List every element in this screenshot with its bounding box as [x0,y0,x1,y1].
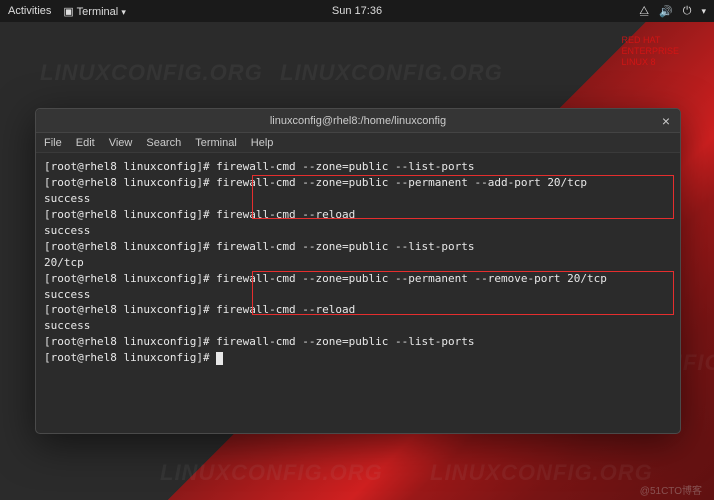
watermark: LINUXCONFIG.ORG [160,460,383,486]
gnome-topbar: Activities ▣ Terminal ▾ Sun 17:36 ⧋ 🔊 ⏻ … [0,0,714,22]
menu-search[interactable]: Search [146,137,181,149]
menu-file[interactable]: File [44,137,62,149]
terminal-line: [root@rhel8 linuxconfig]# firewall-cmd -… [44,159,672,175]
activities-button[interactable]: Activities [8,5,51,17]
watermark: LINUXCONFIG.ORG [280,60,503,86]
terminal-line: success [44,318,672,334]
titlebar[interactable]: linuxconfig@rhel8:/home/linuxconfig × [36,109,680,133]
terminal-line: [root@rhel8 linuxconfig]# firewall-cmd -… [44,334,672,350]
menu-view[interactable]: View [109,137,133,149]
chevron-down-icon: ▾ [121,7,126,17]
watermark: LINUXCONFIG.ORG [40,60,263,86]
cursor [216,352,223,365]
terminal-line: success [44,223,672,239]
terminal-body[interactable]: [root@rhel8 linuxconfig]# firewall-cmd -… [36,153,680,433]
menu-help[interactable]: Help [251,137,274,149]
chevron-down-icon: ▾ [701,6,706,17]
menu-terminal[interactable]: Terminal [195,137,237,149]
terminal-line: 20/tcp [44,255,672,271]
app-menu[interactable]: ▣ Terminal ▾ [63,5,125,18]
terminal-line: [root@rhel8 linuxconfig]# firewall-cmd -… [44,239,672,255]
window-title: linuxconfig@rhel8:/home/linuxconfig [270,115,446,127]
terminal-line: success [44,191,672,207]
menubar: File Edit View Search Terminal Help [36,133,680,153]
watermark: LINUXCONFIG.ORG [430,460,653,486]
close-button[interactable]: × [658,113,674,129]
redhat-brand: RED HAT ENTERPRISE LINUX 8 [621,35,679,67]
volume-icon[interactable]: 🔊 [659,5,673,18]
terminal-window: linuxconfig@rhel8:/home/linuxconfig × Fi… [35,108,681,434]
power-icon[interactable]: ⏻ [683,5,692,18]
terminal-line: success [44,287,672,303]
clock[interactable]: Sun 17:36 [332,5,382,17]
attribution: @51CTO博客 [640,482,702,497]
terminal-line: [root@rhel8 linuxconfig]# [44,350,672,366]
menu-edit[interactable]: Edit [76,137,95,149]
terminal-line: [root@rhel8 linuxconfig]# firewall-cmd -… [44,271,672,287]
terminal-line: [root@rhel8 linuxconfig]# firewall-cmd -… [44,207,672,223]
network-icon[interactable]: ⧋ [639,5,649,18]
terminal-icon: ▣ [63,5,73,18]
close-icon: × [662,113,670,129]
terminal-line: [root@rhel8 linuxconfig]# firewall-cmd -… [44,302,672,318]
terminal-line: [root@rhel8 linuxconfig]# firewall-cmd -… [44,175,672,191]
